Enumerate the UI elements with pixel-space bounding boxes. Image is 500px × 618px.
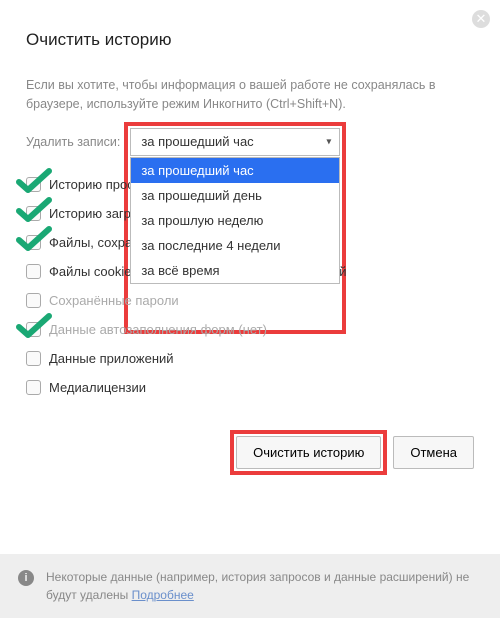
footer-text: Некоторые данные (например, история запр…	[46, 568, 482, 604]
time-range-row: Удалить записи: за прошедший час ▾ за пр…	[26, 128, 474, 156]
time-range-select[interactable]: за прошедший час ▾	[130, 128, 340, 156]
dropdown-option[interactable]: за прошедший час	[131, 158, 339, 183]
time-range-value: за прошедший час	[141, 134, 253, 149]
dialog-buttons: Очистить историю Отмена	[26, 436, 474, 469]
clear-history-button[interactable]: Очистить историю	[236, 436, 381, 469]
option-label: Данные приложений	[49, 351, 174, 366]
learn-more-link[interactable]: Подробнее	[132, 588, 194, 602]
checkbox	[26, 293, 41, 308]
option-autofill: Данные автозаполнения форм (нет)	[26, 315, 474, 344]
option-passwords: Сохранённые пароли	[26, 286, 474, 315]
option-label: Медиалицензии	[49, 380, 146, 395]
cancel-button[interactable]: Отмена	[393, 436, 474, 469]
time-range-dropdown: за прошедший час за прошедший день за пр…	[130, 157, 340, 284]
time-range-label: Удалить записи:	[26, 135, 120, 149]
dialog-description: Если вы хотите, чтобы информация о вашей…	[26, 76, 474, 114]
time-range-select-wrap: за прошедший час ▾ за прошедший час за п…	[130, 128, 340, 156]
dropdown-option[interactable]: за прошедший день	[131, 183, 339, 208]
checkbox	[26, 322, 41, 337]
clear-history-dialog: Очистить историю Если вы хотите, чтобы и…	[0, 0, 500, 469]
checkbox[interactable]	[26, 177, 41, 192]
dropdown-option[interactable]: за прошлую неделю	[131, 208, 339, 233]
dialog-title: Очистить историю	[26, 30, 474, 50]
checkbox[interactable]	[26, 351, 41, 366]
option-media-licenses[interactable]: Медиалицензии	[26, 373, 474, 402]
checkbox[interactable]	[26, 235, 41, 250]
info-icon: i	[18, 570, 34, 586]
checkbox[interactable]	[26, 264, 41, 279]
option-app-data[interactable]: Данные приложений	[26, 344, 474, 373]
option-extra: (нет)	[238, 322, 267, 337]
option-label: Сохранённые пароли	[49, 293, 179, 308]
checkbox[interactable]	[26, 206, 41, 221]
chevron-down-icon: ▾	[326, 136, 331, 147]
dropdown-option[interactable]: за последние 4 недели	[131, 233, 339, 258]
option-label: Данные автозаполнения форм (нет)	[49, 322, 267, 337]
dropdown-option[interactable]: за всё время	[131, 258, 339, 283]
footer-note: i Некоторые данные (например, история за…	[0, 554, 500, 618]
checkbox[interactable]	[26, 380, 41, 395]
